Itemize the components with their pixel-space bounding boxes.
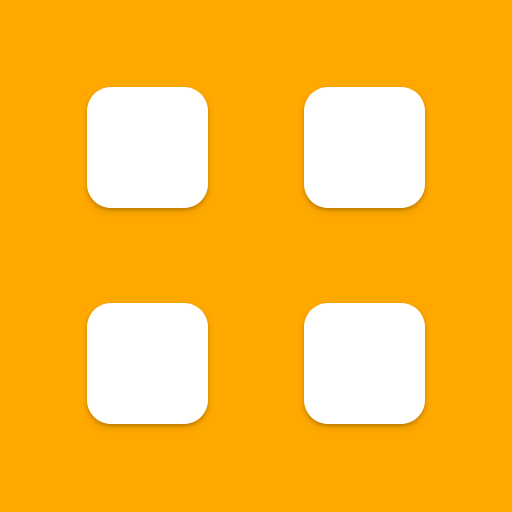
grid-tile-bottom-left: [87, 303, 208, 424]
grid-tile-bottom-right: [304, 303, 425, 424]
app-grid-icon: [0, 0, 512, 512]
grid-tile-top-left: [87, 87, 208, 208]
grid-tile-top-right: [304, 87, 425, 208]
